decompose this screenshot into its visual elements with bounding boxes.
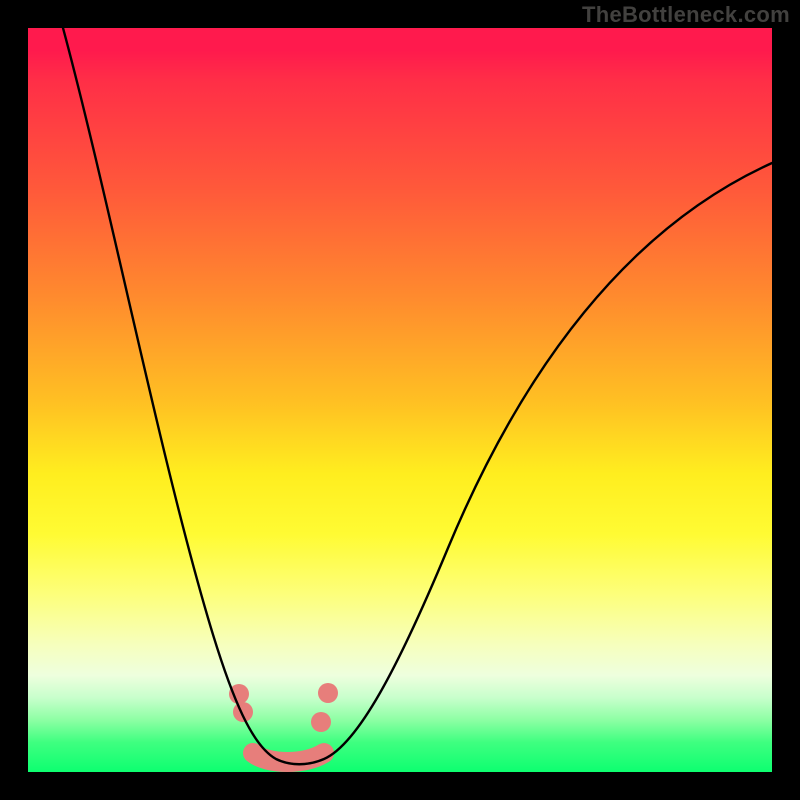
curve-layer	[28, 28, 772, 772]
chart-frame: TheBottleneck.com	[0, 0, 800, 800]
marker-dot	[311, 712, 331, 732]
bottleneck-curve	[63, 28, 772, 764]
watermark-text: TheBottleneck.com	[582, 2, 790, 28]
marker-dot	[233, 702, 253, 722]
optimal-band	[253, 753, 324, 762]
marker-dot	[318, 683, 338, 703]
plot-area	[28, 28, 772, 772]
